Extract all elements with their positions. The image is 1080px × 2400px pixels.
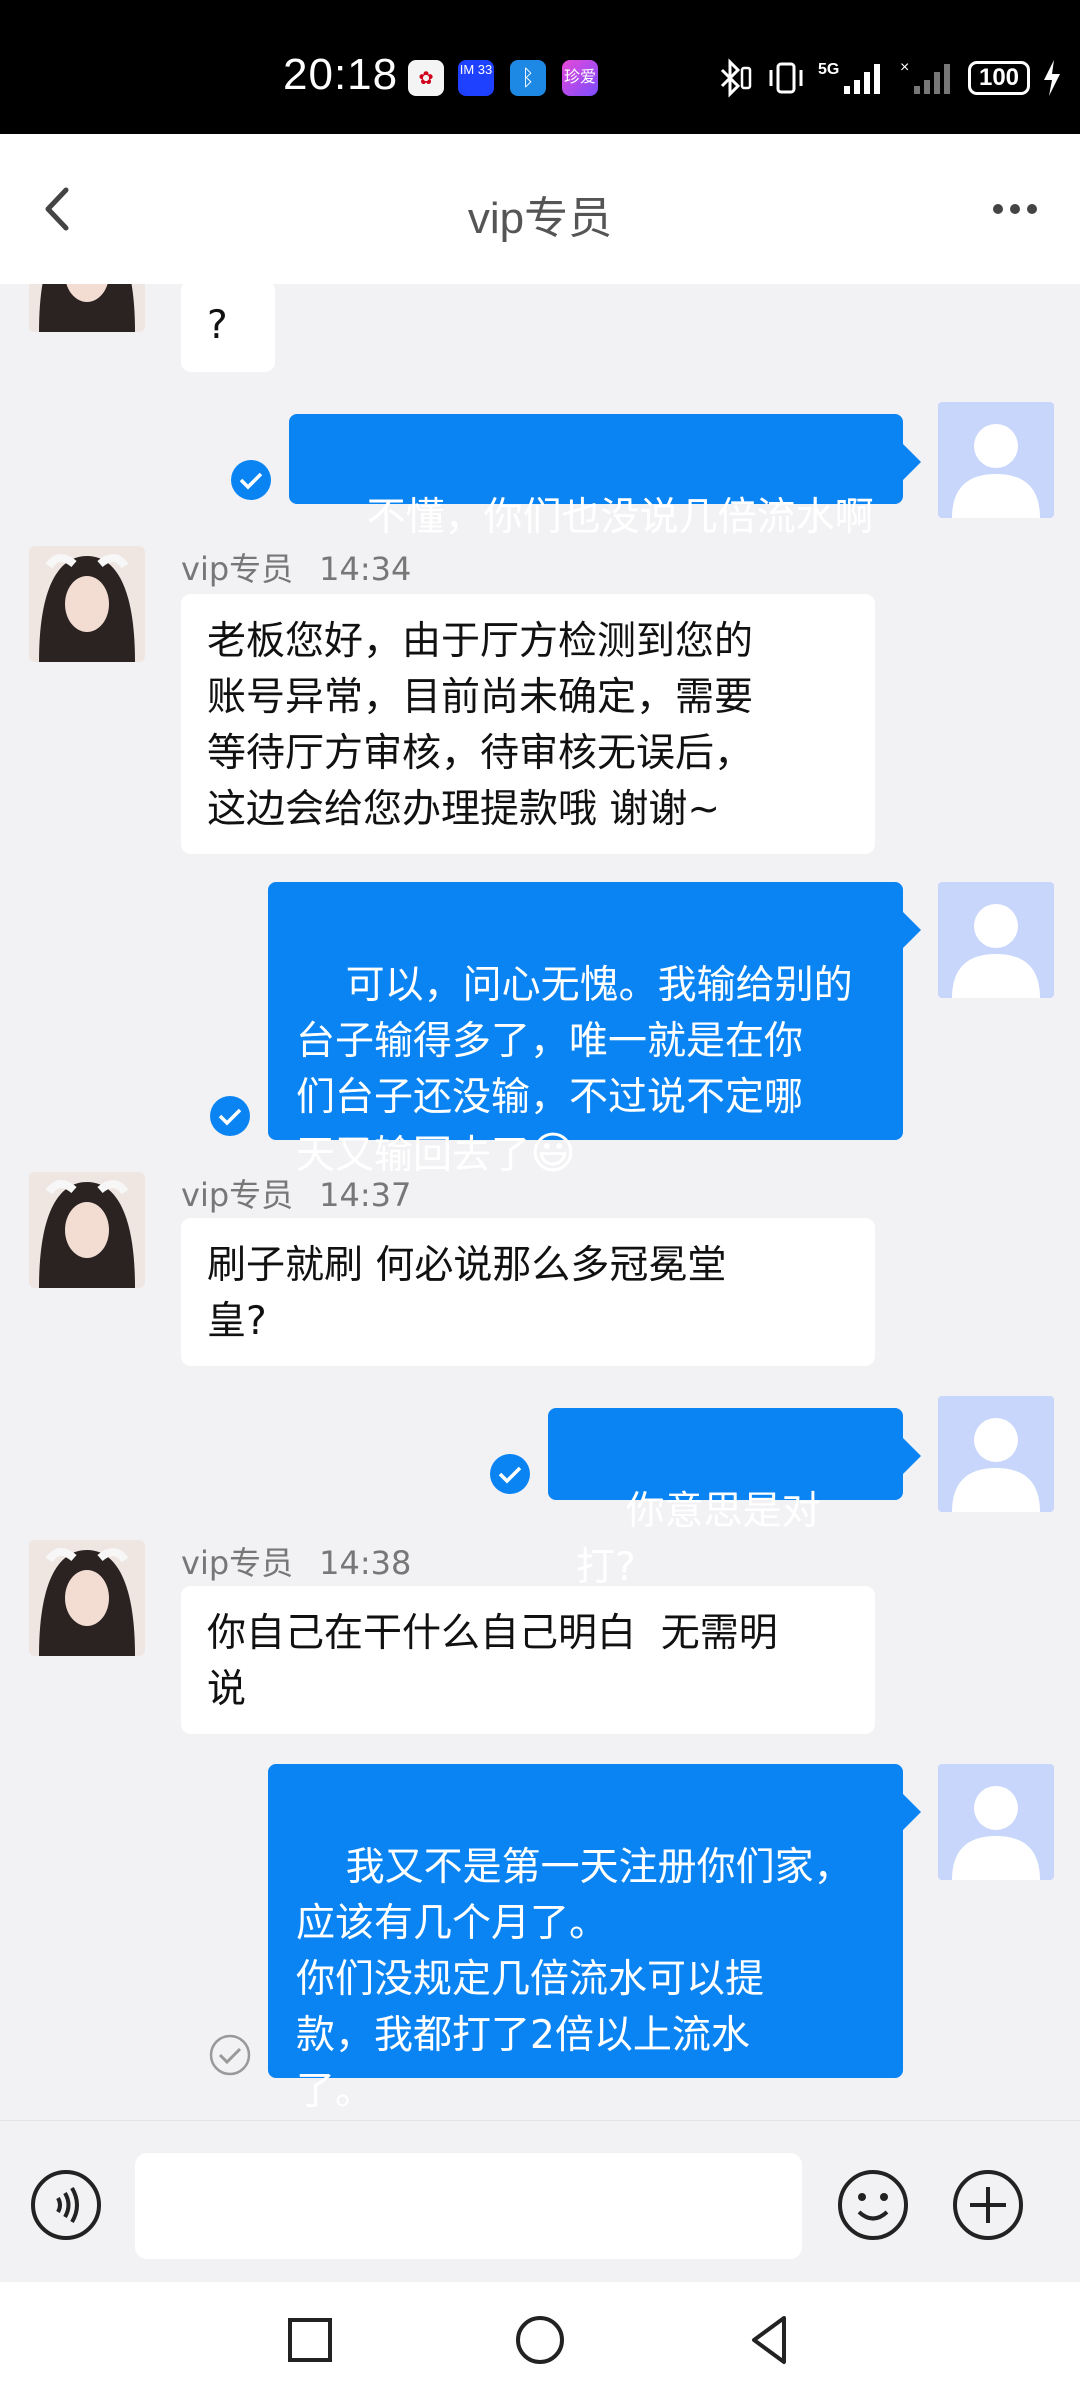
im-app-icon: IM 33	[458, 60, 494, 96]
message-list[interactable]: ? 不懂，你们也没说几倍流水啊 vip专员 14:34 老板您好，由于厅方检测到您…	[0, 284, 1080, 2120]
message-text: 我又不是第一天注册你们家， 应该有几个月了。 你们没规定几倍流水可以提 款，我都…	[296, 1845, 853, 2114]
chat-header: vip专员	[0, 134, 1080, 284]
battery-indicator: 100	[968, 61, 1030, 95]
charging-icon	[1044, 60, 1060, 96]
chat-title: vip专员	[467, 194, 613, 243]
voice-icon[interactable]	[28, 2167, 104, 2243]
sender-name: vip专员	[181, 550, 294, 588]
message-input[interactable]	[135, 2153, 802, 2259]
message-time: 14:38	[319, 1544, 412, 1582]
agent-avatar[interactable]	[29, 284, 145, 332]
message-bubble-incoming[interactable]: 老板您好，由于厅方检测到您的 账号异常，目前尚未确定，需要 等待厅方审核，待审核…	[181, 594, 875, 854]
read-check-icon	[231, 460, 271, 500]
sender-line: vip专员 14:34	[181, 544, 411, 590]
message-bubble-outgoing[interactable]: 你意思是对打?	[548, 1408, 921, 1590]
sent-check-icon	[209, 2034, 251, 2076]
user-avatar[interactable]	[938, 402, 1054, 518]
svg-text:×: ×	[900, 59, 909, 76]
plus-icon[interactable]	[950, 2167, 1026, 2243]
zhenai-app-icon: 珍爱	[562, 60, 598, 96]
emoji-icon[interactable]	[835, 2167, 911, 2243]
message-bubble-incoming[interactable]: ?	[181, 284, 275, 372]
message-time: 14:34	[319, 550, 412, 588]
system-nav-bar	[0, 2282, 1080, 2400]
signal-nosim-icon: ×	[900, 59, 950, 94]
sender-name: vip专员	[181, 1544, 294, 1582]
message-bubble-outgoing[interactable]: 不懂，你们也没说几倍流水啊	[289, 414, 921, 540]
signal-5g-icon: 5G	[818, 61, 880, 94]
user-avatar[interactable]	[938, 1396, 1054, 1512]
message-bubble-outgoing[interactable]: 可以，问心无愧。我输给别的 台子输得多了，唯一就是在你 们台子还没输，不过说不定…	[268, 882, 921, 1179]
sender-name: vip专员	[181, 1176, 294, 1214]
input-bar	[0, 2120, 1080, 2283]
message-text: 你意思是对打?	[576, 1489, 821, 1590]
sender-line: vip专员 14:38	[181, 1538, 411, 1584]
agent-avatar[interactable]	[29, 546, 145, 662]
vibrate-icon	[769, 62, 803, 94]
bluetooth-app-icon: ᛒ	[510, 60, 546, 96]
read-check-icon	[490, 1454, 530, 1494]
sender-line: vip专员 14:37	[181, 1170, 411, 1216]
more-dots-icon[interactable]	[980, 174, 1050, 244]
smiley-emoji: 😃	[530, 1128, 576, 1179]
read-check-icon	[210, 1096, 250, 1136]
message-bubble-incoming[interactable]: 刷子就刷 何必说那么多冠冕堂 皇?	[181, 1218, 875, 1366]
status-time: 20:18	[283, 50, 399, 99]
back-triangle-icon[interactable]	[740, 2310, 800, 2370]
message-time: 14:37	[319, 1176, 412, 1214]
recents-square-icon[interactable]	[280, 2310, 340, 2370]
message-bubble-incoming[interactable]: 你自己在干什么自己明白 无需明 说	[181, 1586, 875, 1734]
svg-text:5G: 5G	[818, 61, 839, 78]
status-bar: 20:18 ✿ IM 33 ᛒ 珍爱 5G × 100	[0, 0, 1080, 134]
home-circle-icon[interactable]	[510, 2310, 570, 2370]
agent-avatar[interactable]	[29, 1540, 145, 1656]
agent-avatar[interactable]	[29, 1172, 145, 1288]
huawei-app-icon: ✿	[408, 60, 444, 96]
message-bubble-outgoing[interactable]: 我又不是第一天注册你们家， 应该有几个月了。 你们没规定几倍流水可以提 款，我都…	[268, 1764, 921, 2114]
user-avatar[interactable]	[938, 882, 1054, 998]
status-indicators: 5G × 100	[714, 56, 1062, 100]
user-avatar[interactable]	[938, 1764, 1054, 1880]
message-text: 不懂，你们也没说几倍流水啊	[366, 495, 874, 540]
bluetooth-vibrate-icon	[720, 58, 752, 98]
